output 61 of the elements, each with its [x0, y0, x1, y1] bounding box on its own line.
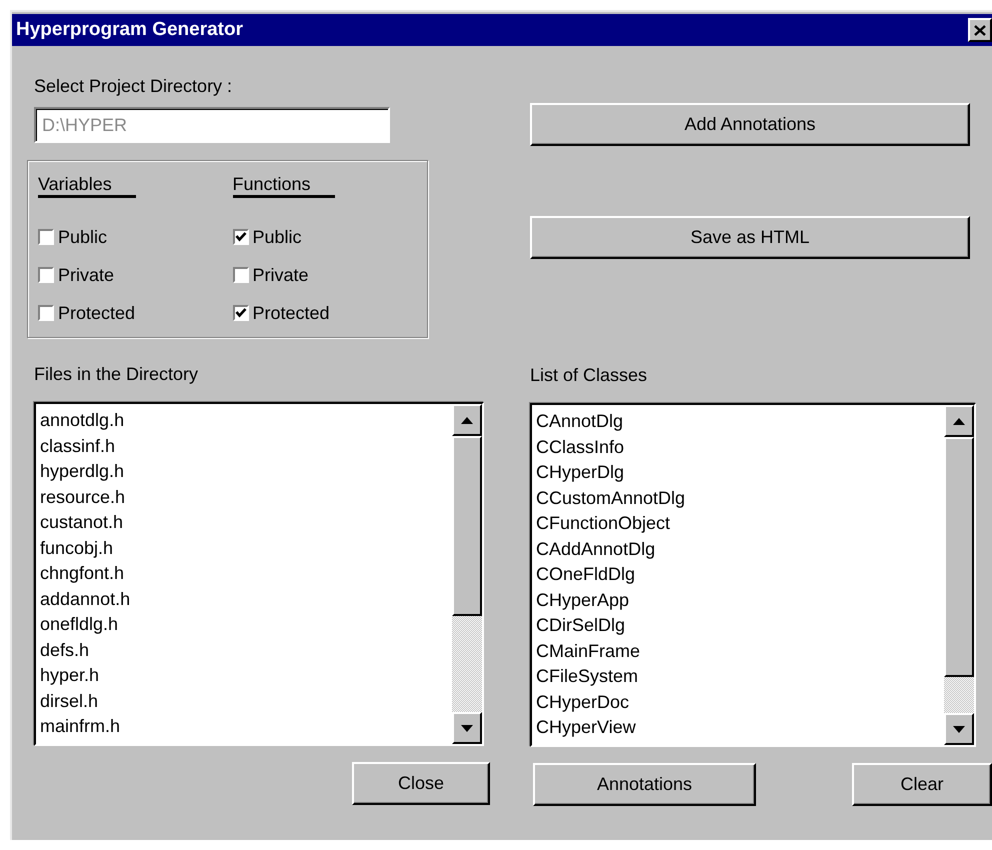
scroll-down-button[interactable]	[944, 713, 974, 745]
dialog-button[interactable]: Close	[352, 762, 490, 805]
down-arrow-icon	[953, 726, 965, 732]
list-item[interactable]: CClassInfo	[536, 434, 944, 460]
checkbox-label: Private	[252, 264, 309, 286]
list-item[interactable]: CDirSelDlg	[536, 613, 944, 638]
action-button[interactable]: Add Annotations	[530, 103, 970, 146]
checkbox-label: Protected	[58, 302, 136, 324]
list-item[interactable]: CCustomAnnotDlg	[536, 486, 944, 511]
checkbox-label: Public	[58, 226, 108, 248]
list-item[interactable]: CHyperDlg	[536, 460, 944, 486]
down-arrow-icon	[461, 724, 473, 732]
dialog-button[interactable]: Annotations	[533, 763, 756, 806]
list-item[interactable]: dirsel.h	[40, 688, 452, 714]
scroll-thumb[interactable]	[452, 436, 482, 616]
list-item[interactable]: hyper.h	[40, 663, 452, 688]
scroll-thumb[interactable]	[944, 437, 974, 677]
list-item[interactable]: mainfrm.h	[40, 714, 452, 740]
checkbox[interactable]	[38, 229, 54, 245]
field-label: Select Project Directory :	[34, 76, 234, 96]
group-heading: Functions	[232, 173, 335, 198]
close-button[interactable]	[968, 18, 992, 42]
up-arrow-icon	[461, 416, 473, 424]
checkbox[interactable]	[38, 267, 54, 283]
scroll-up-button[interactable]	[452, 404, 482, 436]
list-item[interactable]: classinf.h	[40, 434, 452, 459]
list-item[interactable]: COneFldDlg	[536, 562, 944, 588]
list-item[interactable]: funcobj.h	[40, 536, 452, 561]
checkbox-label: Protected	[252, 302, 330, 324]
list-item[interactable]: CHyperDoc	[536, 690, 944, 715]
list-label: Files in the Directory	[34, 364, 200, 384]
group-heading: Variables	[38, 173, 136, 198]
window-title: Hyperprogram Generator	[16, 19, 244, 41]
checkbox-label: Public	[252, 226, 302, 248]
checkbox[interactable]	[232, 305, 248, 321]
action-button[interactable]: Save as HTML	[530, 216, 970, 259]
list-item[interactable]: CMainFrame	[536, 638, 944, 664]
checkbox[interactable]	[232, 267, 248, 283]
list-item[interactable]: defs.h	[40, 638, 452, 663]
list-item[interactable]: CAnnotDlg	[536, 409, 944, 434]
close-icon	[974, 24, 986, 36]
list-item[interactable]: CFunctionObject	[536, 511, 944, 536]
dialog-button[interactable]: Clear	[852, 763, 992, 806]
list-item[interactable]: chngfont.h	[40, 561, 452, 586]
list-item[interactable]: hyperdlg.h	[40, 459, 452, 484]
list-item[interactable]: annotdlg.h	[40, 408, 452, 434]
list-item[interactable]: CHyperApp	[536, 588, 944, 613]
scroll-up-button[interactable]	[944, 405, 974, 437]
checkbox-label: Private	[58, 264, 114, 286]
list-item[interactable]: CFileSystem	[536, 664, 944, 690]
checkbox[interactable]	[232, 229, 248, 245]
list-item[interactable]: CAddAnnotDlg	[536, 536, 944, 562]
list-item[interactable]: custanot.h	[40, 510, 452, 536]
list-item[interactable]: addannot.h	[40, 586, 452, 612]
up-arrow-icon	[953, 418, 965, 424]
list-item[interactable]: resource.h	[40, 484, 452, 510]
list-label: List of Classes	[530, 365, 648, 385]
list-item[interactable]: CHyperView	[536, 715, 944, 740]
scroll-down-button[interactable]	[452, 712, 482, 744]
list-item[interactable]: onefldlg.h	[40, 612, 452, 638]
checkbox[interactable]	[38, 305, 54, 321]
